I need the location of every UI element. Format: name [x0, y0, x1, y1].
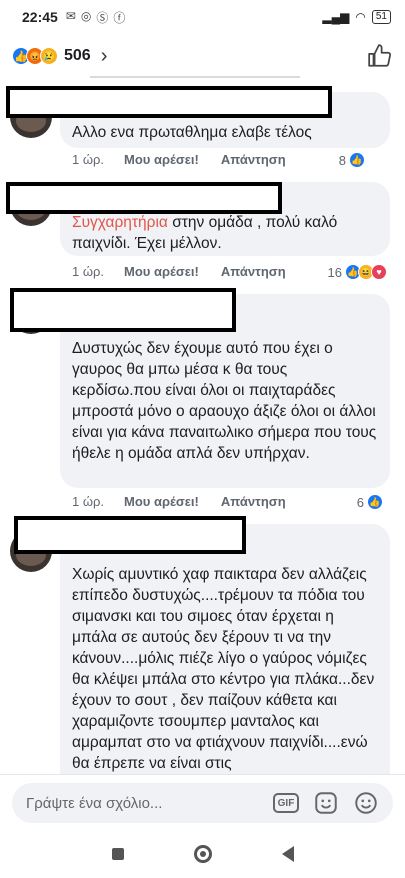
reaction-count: 8: [338, 152, 346, 168]
comment: Χωρίς αμυντικό χαφ παικταρα δεν αλλάζεις…: [0, 512, 405, 774]
comment-time: 1 ώρ.: [72, 264, 104, 279]
battery-icon: 51: [371, 10, 391, 24]
message-icon: ✉: [65, 8, 76, 23]
comment-reactions[interactable]: 8 👍: [339, 152, 365, 168]
comment-time: 1 ώρ.: [72, 152, 104, 167]
reaction-count: 16: [327, 264, 342, 280]
redacted-name: [6, 86, 332, 118]
sticker-icon[interactable]: [313, 790, 339, 816]
whatsapp-icon: ◎: [80, 8, 92, 23]
emoji-icon[interactable]: [353, 790, 379, 816]
comment-reactions[interactable]: 16 👍 😆 ♥: [328, 264, 387, 280]
comment-actions: 1 ώρ. Μου αρέσει! Απάντηση: [72, 264, 286, 279]
comment-reactions[interactable]: 6 👍: [357, 494, 383, 510]
like-button[interactable]: Μου αρέσει!: [124, 152, 199, 167]
comment-bubble: Χωρίς αμυντικό χαφ παικταρα δεν αλλάζεις…: [60, 524, 390, 774]
like-button[interactable]: Μου αρέσει!: [124, 264, 199, 279]
facebook-icon: ⓕ: [113, 10, 126, 25]
redacted-name: [14, 516, 246, 554]
comment-text: Αλλο ενα πρωταθλημα ελαβε τέλος: [72, 124, 312, 141]
like-reaction-icon: 👍: [367, 494, 383, 510]
like-reaction-icon: 👍: [349, 152, 365, 168]
comment-input[interactable]: Γράψτε ένα σχόλιο... GIF: [12, 783, 393, 823]
love-reaction-icon: ♥: [371, 264, 387, 280]
skype-icon: Ⓢ: [96, 10, 109, 25]
recents-icon[interactable]: [111, 848, 124, 860]
reply-button[interactable]: Απάντηση: [221, 494, 286, 509]
comment-text: Χωρίς αμυντικό χαφ παικταρα δεν αλλάζεις…: [72, 566, 375, 772]
comment-placeholder: Γράψτε ένα σχόλιο...: [26, 794, 163, 812]
wifi-icon: ◠: [355, 10, 366, 24]
redacted-name: [10, 288, 236, 332]
signal-icon: ▂▄▆: [322, 10, 350, 24]
divider: [90, 76, 300, 78]
reply-button[interactable]: Απάντηση: [221, 264, 286, 279]
mention-link[interactable]: Συγχαρητήρια: [72, 214, 168, 231]
sad-reaction-icon: 😢: [40, 47, 58, 65]
comment-time: 1 ώρ.: [72, 494, 104, 509]
reaction-count: 506: [64, 47, 91, 64]
reply-button[interactable]: Απάντηση: [221, 152, 286, 167]
status-time: 22:45: [22, 9, 58, 25]
chevron-right-icon[interactable]: ›: [101, 45, 108, 68]
back-icon[interactable]: [281, 846, 294, 862]
thumbs-up-icon[interactable]: [367, 43, 393, 69]
comment-actions: 1 ώρ. Μου αρέσει! Απάντηση: [72, 152, 286, 167]
gif-icon[interactable]: GIF: [273, 793, 299, 813]
notification-icons: ✉ ◎ Ⓢ ⓕ: [66, 9, 126, 26]
comment-composer: Γράψτε ένα σχόλιο... GIF: [0, 774, 405, 830]
system-nav-bar: [0, 830, 405, 878]
comment-actions: 1 ώρ. Μου αρέσει! Απάντηση: [72, 494, 286, 509]
reaction-count: 6: [356, 494, 364, 510]
like-button[interactable]: Μου αρέσει!: [124, 494, 199, 509]
home-icon[interactable]: [193, 845, 212, 863]
status-bar: 22:45 ✉ ◎ Ⓢ ⓕ ▂▄▆ ◠ 51: [0, 0, 405, 34]
reaction-icons: 👍 😡 😢: [12, 47, 58, 65]
redacted-name: [6, 182, 282, 214]
reactions-header[interactable]: 👍 😡 😢 506 ›: [0, 34, 405, 78]
comment-text: Δυστυχώς δεν έχουμε αυτό που έχει ο γαυρ…: [72, 340, 377, 462]
